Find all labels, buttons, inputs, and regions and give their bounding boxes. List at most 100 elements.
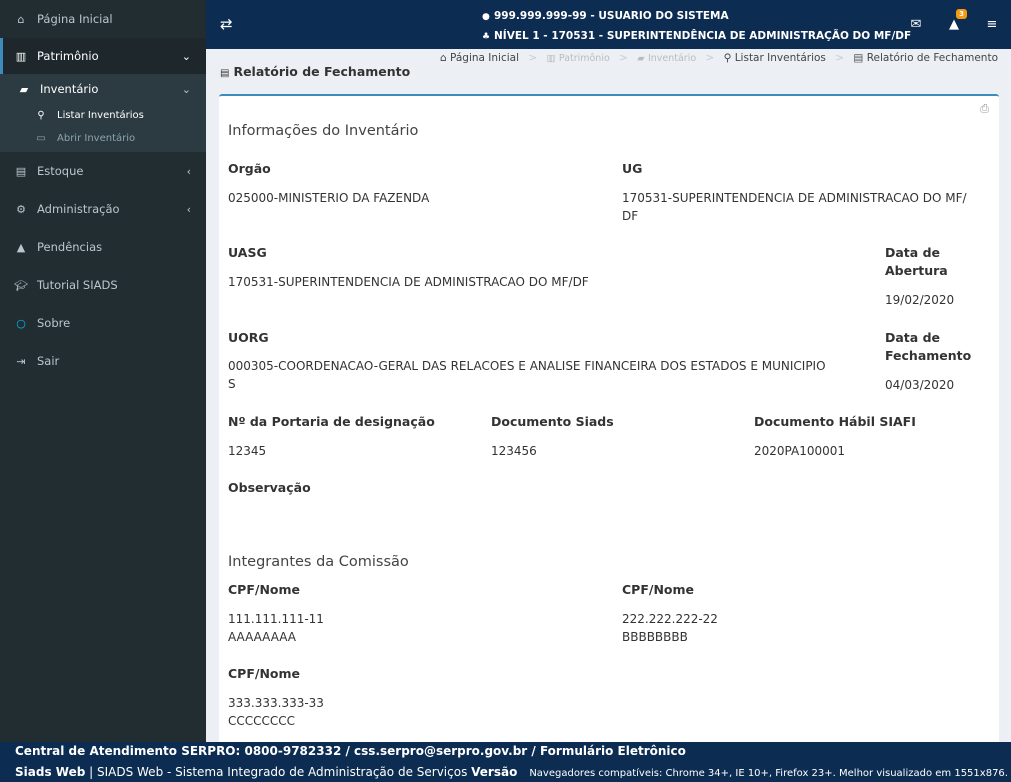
fechamento-value: 04/03/2020 [885, 378, 955, 392]
member-label: CPF/Nome [228, 582, 300, 597]
orgao-label: Orgão [228, 161, 271, 176]
footer-version-label: Versão [471, 765, 518, 779]
doc-siads-label: Documento Siads [491, 414, 614, 429]
member-name: BBBBBBBB [622, 630, 688, 644]
sidebar-item-label: Pendências [37, 240, 103, 254]
file-icon: ▤ [853, 52, 864, 64]
doc-siafi-value: 2020PA100001 [754, 444, 846, 458]
barcode-icon: ▥ [546, 53, 556, 64]
breadcrumb-home[interactable]: Página Inicial [450, 52, 519, 64]
member-cpf: 222.222.222-22 [622, 612, 718, 626]
sidebar-item-label: Sobre [37, 316, 71, 330]
abertura-value: 19/02/2020 [885, 293, 955, 307]
member-label: CPF/Nome [228, 666, 300, 681]
home-icon: ⌂ [439, 52, 447, 64]
sidebar-item-sobre[interactable]: ○ Sobre [0, 304, 206, 342]
member-name: AAAAAAAA [228, 630, 297, 644]
sidebar-item-sair[interactable]: ⇥ Sair [0, 342, 206, 380]
sidebar-item-label: Estoque [37, 164, 84, 178]
member-name: CCCCCCCC [228, 714, 296, 728]
print-icon[interactable]: ⎙ [980, 102, 989, 116]
sign-in-icon: ⇥ [16, 354, 26, 368]
breadcrumb-inventario: Inventário [647, 53, 697, 64]
sidebar-item-label: Administração [37, 202, 120, 216]
uorg-value-line1: 000305-COORDENACAO-GERAL DAS RELACOES E … [228, 359, 826, 373]
sidebar-item-patrimonio[interactable]: ▥ Patrimônio ⌄ [0, 38, 206, 74]
breadcrumb-listar[interactable]: Listar Inventários [735, 52, 826, 64]
main-content: ⌂ Página Inicial > ▥ Patrimônio > ▰ Inve… [206, 49, 1011, 742]
breadcrumb: ⌂ Página Inicial > ▥ Patrimônio > ▰ Inve… [440, 52, 998, 64]
breadcrumb-patrimonio: Patrimônio [558, 53, 610, 64]
circle-icon: ○ [16, 316, 26, 330]
member-label: CPF/Nome [622, 582, 694, 597]
doc-siafi-label: Documento Hábil SIAFI [754, 414, 916, 429]
book-icon: ▰ [637, 53, 645, 64]
member-cpf: 333.333.333-33 [228, 696, 324, 710]
sidebar-item-administracao[interactable]: ⚙ Administração ‹ [0, 190, 206, 228]
header-icons: ✉ ▲ 3 ≡ [897, 0, 1011, 49]
fechamento-label-line2: Fechamento [885, 348, 972, 363]
sitemap-icon: ♣ [482, 32, 491, 42]
ug-value-line1: 170531-SUPERINTENDENCIA DE ADMINISTRACAO… [622, 191, 967, 205]
sidebar-item-label: Página Inicial [37, 12, 113, 26]
chevron-left-icon: ‹ [186, 164, 191, 178]
home-icon: ⌂ [17, 12, 25, 26]
section-title-commission: Integrantes da Comissão [228, 554, 409, 570]
sidebar-subsubmenu: ⚲ Listar Inventários ▭ Abrir Inventário [0, 104, 206, 152]
sidebar-link-listar[interactable]: ⚲ Listar Inventários [0, 104, 206, 127]
footer-brand: Siads Web [15, 765, 86, 779]
menu-icon[interactable]: ≡ [973, 17, 1011, 32]
breadcrumb-separator: > [835, 52, 845, 64]
doc-siads-value: 123456 [491, 444, 537, 458]
envelope-icon[interactable]: ✉ [897, 17, 935, 32]
uasg-label: UASG [228, 245, 267, 260]
chevron-down-icon: ⌄ [181, 82, 191, 96]
section-title-info: Informações do Inventário [228, 123, 419, 139]
sidebar-submenu: ▰ Inventário ⌄ ⚲ Listar Inventários ▭ Ab… [0, 74, 206, 152]
breadcrumb-current: Relatório de Fechamento [866, 52, 998, 64]
page-title-text: Relatório de Fechamento [233, 64, 411, 79]
sidebar: ⌂ Página Inicial ▥ Patrimônio ⌄ ▰ Invent… [0, 0, 206, 742]
chevron-down-icon: ⌄ [181, 49, 191, 63]
orgao-value: 025000-MINISTERIO DA FAZENDA [228, 191, 430, 205]
sidebar-toggle-icon[interactable]: ⇄ [220, 15, 233, 33]
breadcrumb-separator: > [528, 52, 538, 64]
sidebar-link-label: Abrir Inventário [57, 133, 136, 144]
sidebar-item-label: Tutorial SIADS [37, 278, 118, 292]
sidebar-link-label: Listar Inventários [57, 110, 144, 121]
portaria-value: 12345 [228, 444, 267, 458]
breadcrumb-separator: > [619, 52, 628, 64]
ug-label: UG [622, 161, 643, 176]
footer-contact: Central de Atendimento SERPRO: 0800-9782… [15, 744, 686, 758]
footer-browsers: Navegadores compatíveis: Chrome 34+, IE … [529, 768, 1008, 779]
sidebar-link-abrir[interactable]: ▭ Abrir Inventário [0, 127, 206, 150]
level-label: NÍVEL 1 - 170531 - SUPERINTENDÊNCIA DE A… [494, 30, 912, 42]
cogs-icon: ⚙ [16, 202, 26, 216]
sidebar-item-label: Patrimônio [37, 49, 99, 63]
sidebar-item-inventario[interactable]: ▰ Inventário ⌄ [0, 74, 206, 104]
member-cpf: 111.111.111-11 [228, 612, 324, 626]
book-icon: ▰ [19, 82, 29, 96]
search-icon: ⚲ [723, 52, 732, 64]
footer-system: | SIADS Web - Sistema Integrado de Admin… [85, 765, 472, 779]
sidebar-item-home[interactable]: ⌂ Página Inicial [0, 0, 206, 38]
alert-badge: 3 [956, 9, 967, 19]
graduation-cap-icon: 🎓︎ [14, 278, 28, 292]
chevron-left-icon: ‹ [186, 202, 191, 216]
barcode-icon: ▥ [15, 49, 27, 63]
sidebar-item-pendencias[interactable]: ▲ Pendências [0, 228, 206, 266]
uasg-value: 170531-SUPERINTENDENCIA DE ADMINISTRACAO… [228, 275, 589, 289]
sidebar-item-tutorial[interactable]: 🎓︎ Tutorial SIADS [0, 266, 206, 304]
footer-system-line: Siads Web | SIADS Web - Sistema Integrad… [15, 765, 1008, 779]
abertura-label-line2: Abertura [885, 263, 948, 278]
warning-icon: ▲ [16, 240, 26, 254]
uorg-value-line2: S [228, 377, 236, 391]
sidebar-item-estoque[interactable]: ▤ Estoque ‹ [0, 152, 206, 190]
archive-icon: ▤ [15, 164, 27, 178]
alert-icon[interactable]: ▲ 3 [935, 9, 973, 32]
page-title: ▤ Relatório de Fechamento [220, 64, 410, 79]
user-label: 999.999.999-99 - USUARIO DO SISTEMA [494, 10, 729, 22]
observacao-label: Observação [228, 480, 311, 495]
search-icon: ⚲ [37, 110, 45, 121]
user-icon: ● [482, 12, 490, 22]
